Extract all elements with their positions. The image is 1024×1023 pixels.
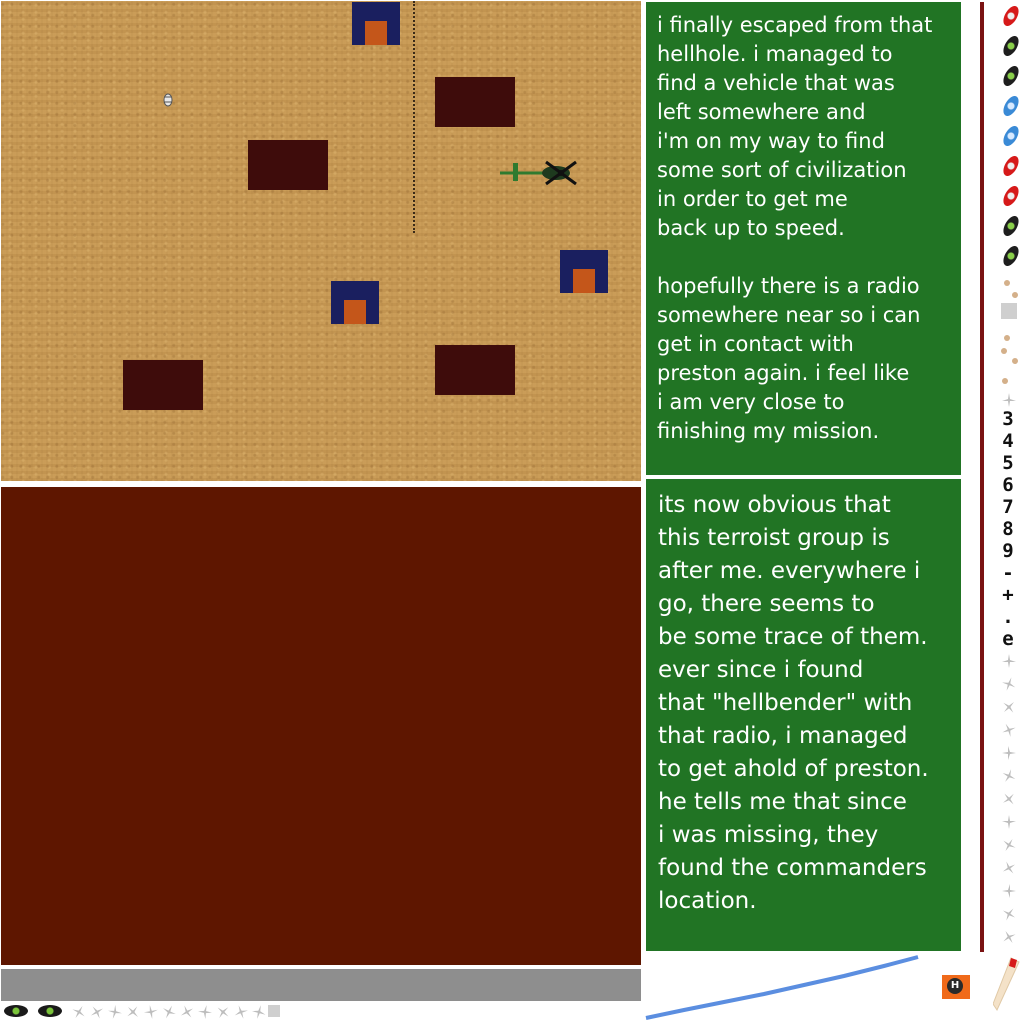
house-building[interactable] (331, 281, 379, 324)
dark-building[interactable] (248, 140, 328, 190)
plane-icon[interactable] (107, 1004, 123, 1020)
marker-dot (1001, 348, 1007, 354)
plane-icon[interactable] (125, 1004, 141, 1020)
story-text-2: its now obvious that this terroist group… (646, 479, 961, 951)
plane-icon[interactable] (161, 1004, 177, 1020)
digit-label: e (1002, 628, 1014, 650)
fence-line (413, 1, 415, 233)
house-building[interactable] (352, 2, 400, 45)
sidebar-divider (980, 2, 984, 952)
dark-building[interactable] (123, 360, 203, 410)
digit-label: 9 (1002, 540, 1014, 562)
marker-dot (1004, 280, 1010, 286)
dark-building[interactable] (435, 345, 515, 395)
digit-label: + (1002, 584, 1014, 606)
plane-icon[interactable] (1001, 699, 1017, 715)
pod-icon[interactable] (1000, 183, 1022, 209)
pod-icon[interactable] (1000, 33, 1022, 59)
house-door (365, 21, 387, 45)
dark-building[interactable] (435, 77, 515, 127)
digit-label: 7 (1002, 496, 1014, 518)
pod-icon[interactable] (1000, 63, 1022, 89)
plane-icon[interactable] (197, 1004, 213, 1020)
marker-dot (1002, 378, 1008, 384)
pod-icon[interactable] (1000, 123, 1022, 149)
plane-icon[interactable] (1001, 768, 1017, 784)
plane-icon[interactable] (1001, 814, 1017, 830)
plane-icon[interactable] (1001, 745, 1017, 761)
plane-icon[interactable] (143, 1004, 159, 1020)
pod-icon[interactable] (1000, 93, 1022, 119)
plane-icon[interactable] (1001, 860, 1017, 876)
plane-icon[interactable] (1001, 791, 1017, 807)
plane-icon[interactable] (1001, 837, 1017, 853)
gray-square-icon[interactable] (268, 1005, 280, 1017)
gauge-line (645, 955, 919, 1020)
plane-icon[interactable] (1001, 653, 1017, 669)
pod-icon[interactable] (38, 1005, 62, 1017)
marker-dot (1012, 292, 1018, 298)
digit-label: 8 (1002, 518, 1014, 540)
plane-icon[interactable] (1001, 883, 1017, 899)
h-badge-icon[interactable]: H (942, 975, 970, 999)
pennant-icon (993, 957, 1020, 1012)
plane-icon[interactable] (233, 1004, 249, 1020)
plane-icon[interactable] (1001, 906, 1017, 922)
gray-square-icon[interactable] (1001, 303, 1017, 319)
soldier-icon[interactable] (161, 91, 175, 109)
plane-icon[interactable] (179, 1004, 195, 1020)
marker-dot (1012, 358, 1018, 364)
digit-label: . (1002, 606, 1014, 628)
house-door (344, 300, 366, 324)
helicopter-icon[interactable] (498, 156, 582, 190)
plane-icon[interactable] (1001, 722, 1017, 738)
digit-label: - (1002, 562, 1014, 584)
marker-dot (1004, 335, 1010, 341)
plane-icon[interactable] (215, 1004, 231, 1020)
plane-icon[interactable] (1001, 929, 1017, 945)
house-building[interactable] (560, 250, 608, 293)
minimap-panel (1, 487, 641, 965)
digit-label: 5 (1002, 452, 1014, 474)
plane-icon[interactable] (89, 1004, 105, 1020)
story-text-1: i finally escaped from that hellhole. i … (646, 2, 961, 475)
plane-icon[interactable] (251, 1004, 267, 1020)
pod-icon[interactable] (1000, 213, 1022, 239)
digit-label: 6 (1002, 474, 1014, 496)
h-badge-label: H (947, 978, 963, 994)
plane-icon[interactable] (1001, 676, 1017, 692)
plane-icon[interactable] (71, 1004, 87, 1020)
plane-icon[interactable] (1001, 392, 1017, 408)
pod-icon[interactable] (1000, 243, 1022, 269)
digit-label: 4 (1002, 430, 1014, 452)
pod-icon[interactable] (4, 1005, 28, 1017)
digit-label: 3 (1002, 408, 1014, 430)
pod-icon[interactable] (1000, 3, 1022, 29)
game-map[interactable] (1, 1, 641, 481)
status-bar (1, 969, 641, 1001)
house-door (573, 269, 595, 293)
pod-icon[interactable] (1000, 153, 1022, 179)
